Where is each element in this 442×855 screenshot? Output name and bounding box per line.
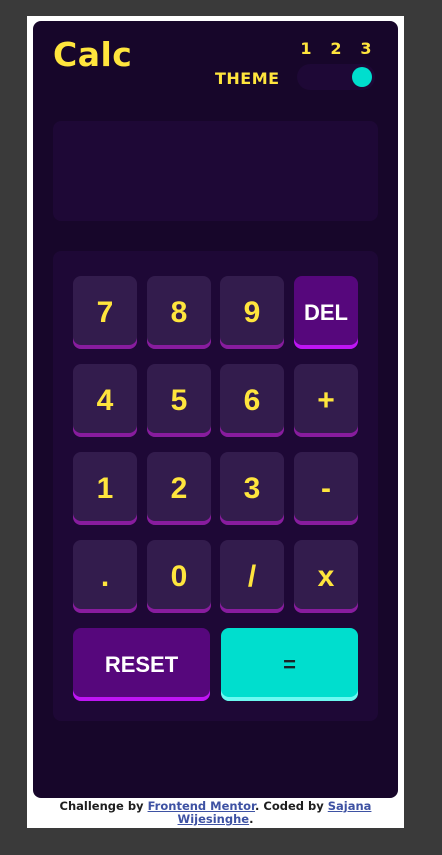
decimal-button[interactable]: .	[73, 540, 137, 613]
theme-label: THEME	[215, 69, 280, 88]
key-0[interactable]: 0	[147, 540, 211, 613]
divide-button[interactable]: /	[220, 540, 284, 613]
app-title: Calc	[53, 35, 133, 74]
theme-toggle-knob[interactable]	[352, 67, 372, 87]
theme-options: 1 2 3	[296, 39, 376, 61]
key-3[interactable]: 3	[220, 452, 284, 525]
theme-toggle[interactable]	[297, 64, 375, 90]
theme-option-3[interactable]: 3	[356, 39, 376, 61]
multiply-button[interactable]: x	[294, 540, 358, 613]
display-screen	[53, 121, 378, 221]
page: Calc 1 2 3 THEME 7 8 9 DEL 4 5 6 + 1 2 3…	[27, 16, 404, 828]
key-9[interactable]: 9	[220, 276, 284, 349]
equals-button[interactable]: =	[221, 628, 358, 701]
attribution-challenge-text: Challenge by	[59, 799, 148, 813]
minus-button[interactable]: -	[294, 452, 358, 525]
theme-option-2[interactable]: 2	[326, 39, 346, 61]
key-6[interactable]: 6	[220, 364, 284, 437]
key-2[interactable]: 2	[147, 452, 211, 525]
key-7[interactable]: 7	[73, 276, 137, 349]
delete-button[interactable]: DEL	[294, 276, 358, 349]
key-8[interactable]: 8	[147, 276, 211, 349]
frontend-mentor-link[interactable]: Frontend Mentor	[148, 799, 255, 813]
reset-button[interactable]: RESET	[73, 628, 210, 701]
key-5[interactable]: 5	[147, 364, 211, 437]
attribution-coded-text: . Coded by	[255, 799, 328, 813]
key-4[interactable]: 4	[73, 364, 137, 437]
plus-button[interactable]: +	[294, 364, 358, 437]
attribution-suffix: .	[249, 812, 254, 826]
key-1[interactable]: 1	[73, 452, 137, 525]
keypad: 7 8 9 DEL 4 5 6 + 1 2 3 - . 0 / x RESET …	[53, 251, 378, 721]
theme-option-1[interactable]: 1	[296, 39, 316, 61]
calculator-app: Calc 1 2 3 THEME 7 8 9 DEL 4 5 6 + 1 2 3…	[33, 21, 398, 798]
attribution: Challenge by Frontend Mentor. Coded by S…	[27, 800, 404, 826]
